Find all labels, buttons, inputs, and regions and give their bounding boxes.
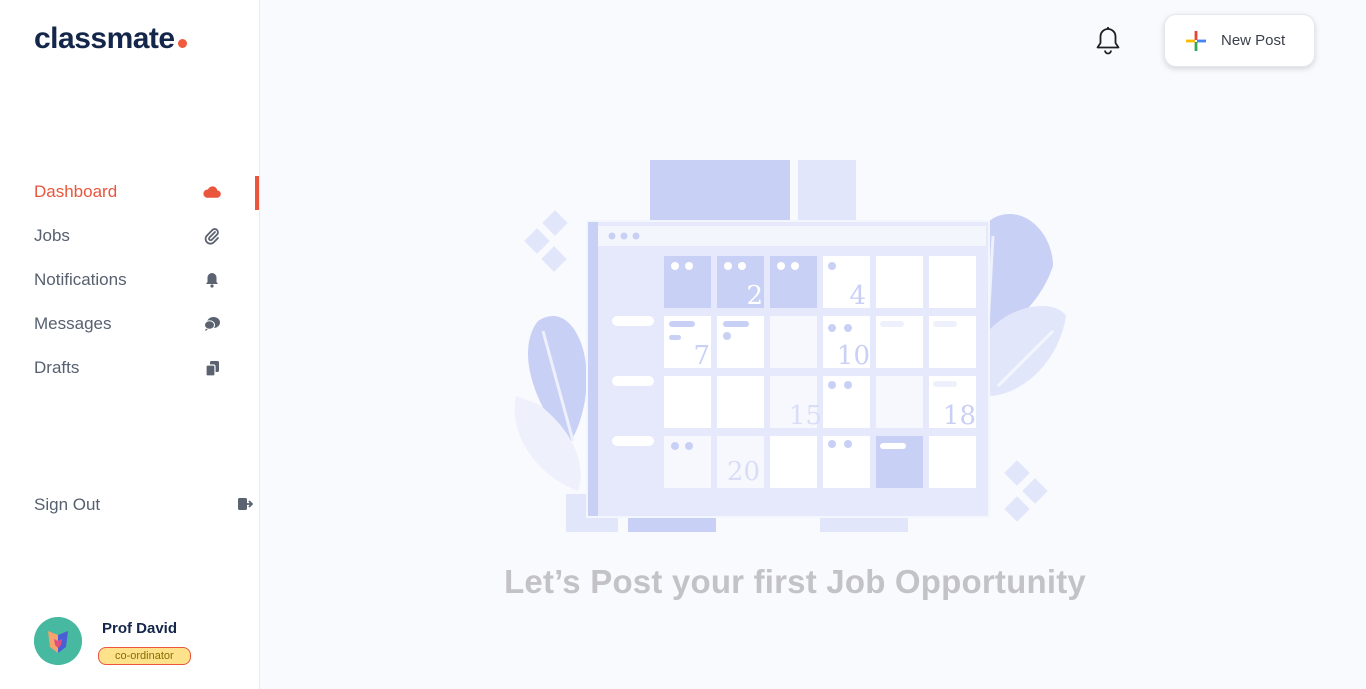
empty-state-title: Let’s Post your first Job Opportunity bbox=[504, 563, 1086, 600]
logo-dot bbox=[177, 39, 187, 48]
sign-out-label: Sign Out bbox=[34, 495, 101, 514]
calendar-number: 2 bbox=[746, 281, 763, 311]
sidebar: classmate Dashboard Jobs Notifications M… bbox=[0, 0, 260, 689]
bell-icon bbox=[203, 271, 221, 289]
user-profile[interactable]: Prof David co-ordinator bbox=[34, 617, 254, 667]
new-post-button[interactable]: New Post bbox=[1164, 14, 1315, 67]
logo-text: classmate bbox=[34, 22, 175, 55]
sidebar-item-drafts[interactable]: Drafts bbox=[0, 346, 259, 390]
calendar-number: 10 bbox=[837, 341, 870, 371]
calendar-number: 20 bbox=[727, 457, 760, 487]
sidebar-item-label: Messages bbox=[34, 314, 112, 333]
empty-state-illustration: 2 4 7 10 15 18 20 bbox=[498, 156, 1068, 536]
logo[interactable]: classmate bbox=[34, 22, 187, 56]
sign-out-button[interactable]: Sign Out bbox=[0, 483, 293, 527]
sidebar-item-jobs[interactable]: Jobs bbox=[0, 214, 259, 258]
plus-icon bbox=[1186, 31, 1206, 51]
sidebar-item-label: Dashboard bbox=[34, 182, 118, 201]
copy-icon bbox=[203, 359, 221, 377]
avatar bbox=[34, 617, 82, 665]
calendar-number: 4 bbox=[849, 281, 866, 311]
sidebar-item-label: Jobs bbox=[34, 226, 70, 245]
notifications-bell-icon[interactable] bbox=[1094, 26, 1122, 56]
calendar-number: 18 bbox=[943, 401, 976, 431]
new-post-label: New Post bbox=[1221, 32, 1286, 49]
calendar-number: 7 bbox=[693, 341, 710, 371]
sidebar-item-dashboard[interactable]: Dashboard bbox=[0, 170, 259, 214]
sign-out-icon bbox=[237, 496, 255, 514]
sidebar-item-messages[interactable]: Messages bbox=[0, 302, 259, 346]
role-badge: co-ordinator bbox=[98, 647, 191, 665]
sidebar-item-label: Drafts bbox=[34, 358, 80, 377]
profile-name: Prof David bbox=[102, 620, 178, 637]
chat-icon bbox=[203, 315, 221, 333]
sidebar-nav: Dashboard Jobs Notifications Messages Dr… bbox=[0, 170, 259, 390]
cloud-icon bbox=[203, 183, 221, 201]
sidebar-item-label: Notifications bbox=[34, 270, 127, 289]
sidebar-item-notifications[interactable]: Notifications bbox=[0, 258, 259, 302]
calendar-number: 15 bbox=[789, 401, 822, 431]
paperclip-icon bbox=[203, 227, 221, 245]
